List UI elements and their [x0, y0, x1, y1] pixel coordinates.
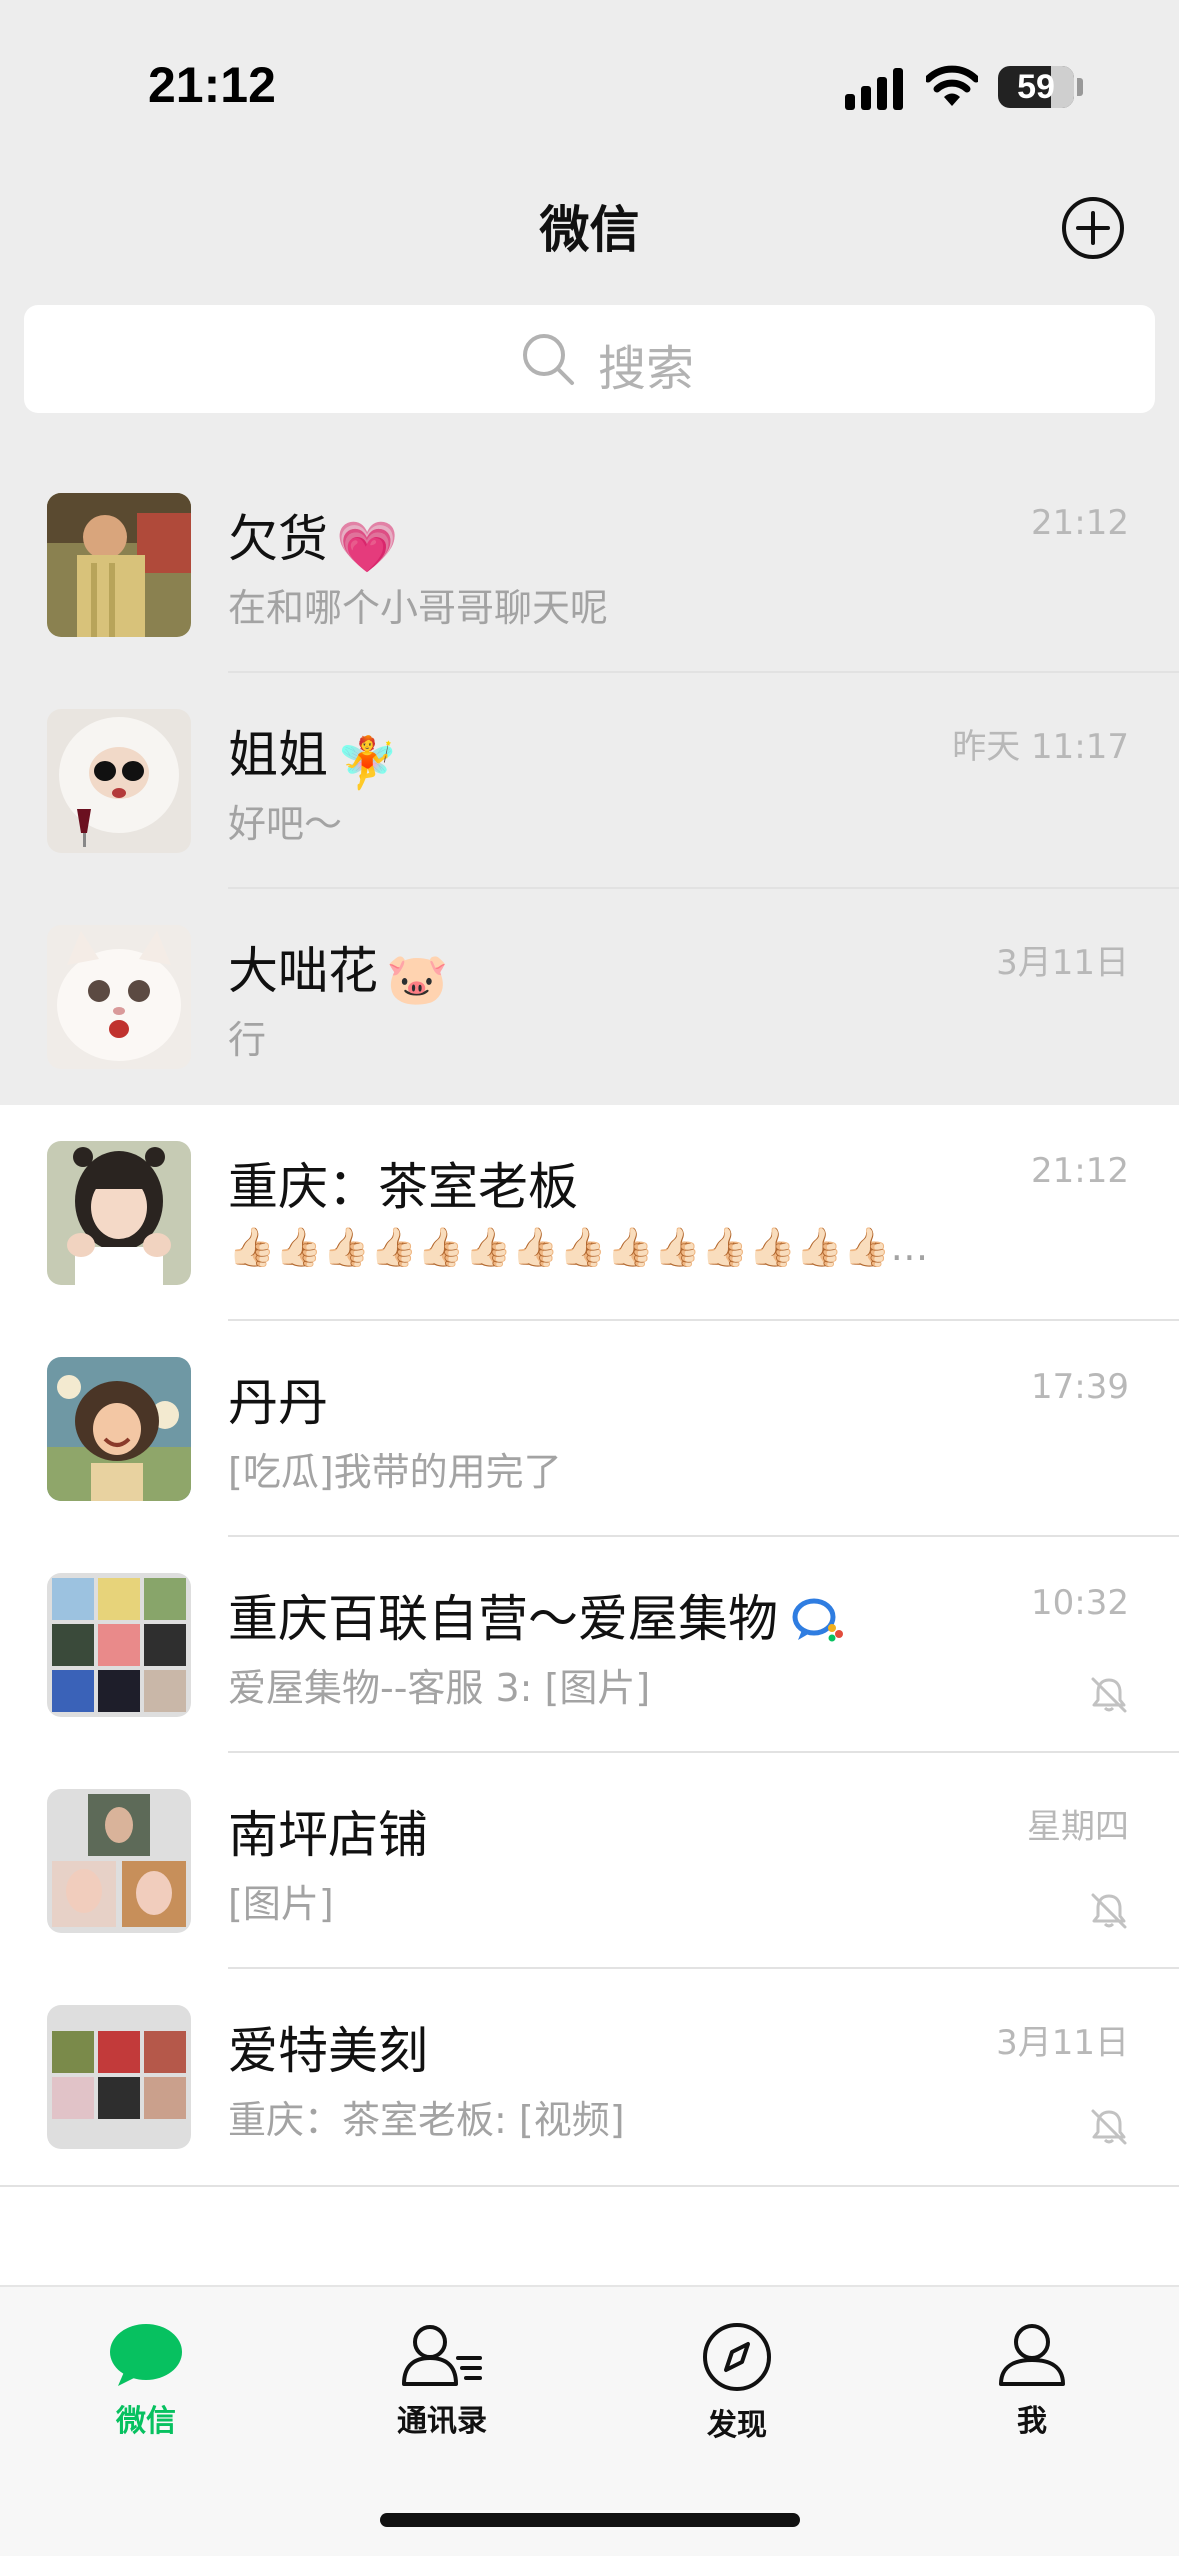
chat-row[interactable]: 南坪店铺 [图片] 星期四: [0, 1753, 1179, 1969]
avatar: [47, 925, 191, 1069]
chat-bubble-icon: [110, 2324, 182, 2386]
add-button[interactable]: [1060, 195, 1126, 261]
group-avatar: [47, 1573, 191, 1717]
home-indicator[interactable]: [380, 2513, 800, 2527]
list-end-divider: [0, 2185, 1179, 2187]
chat-name: 重庆：茶室老板: [228, 1158, 578, 1216]
chat-name: 南坪店铺: [228, 1806, 428, 1864]
chat-row[interactable]: 爱特美刻 重庆：茶室老板: [视频] 3月11日: [0, 1969, 1179, 2185]
chat-row[interactable]: 丹丹 [吃瓜]我带的用完了 17:39: [0, 1321, 1179, 1537]
chat-time: 3月11日: [996, 2023, 1129, 2063]
chat-time: 3月11日: [996, 943, 1129, 983]
avatar: [47, 709, 191, 853]
wecom-group-icon: [792, 1598, 843, 1642]
status-bar: 21:12 59: [0, 0, 1179, 150]
chat-preview: 在和哪个小哥哥聊天呢: [228, 586, 609, 630]
group-avatar: [47, 2005, 191, 2149]
chat-list: 欠货💗 在和哪个小哥哥聊天呢 21:12 姐姐🧚 好吧～ 昨天 11:17: [0, 457, 1179, 2185]
chat-preview: [吃瓜]我带的用完了: [228, 1450, 562, 1494]
avatar: [47, 1357, 191, 1501]
page-title: 微信: [539, 201, 640, 259]
tab-discover[interactable]: 发现: [647, 2322, 827, 2452]
chat-row[interactable]: 重庆：茶室老板 👍🏻👍🏻👍🏻👍🏻👍🏻👍🏻👍🏻👍🏻👍🏻👍🏻👍🏻👍🏻👍🏻👍🏻… 21…: [0, 1105, 1179, 1321]
mute-bell-icon: [1091, 2109, 1127, 2145]
avatar: [47, 1141, 191, 1285]
pig-emoji-icon: 🐷: [386, 950, 449, 1008]
mute-bell-icon: [1091, 1893, 1127, 1929]
battery-tip: [1077, 78, 1083, 96]
status-time: 21:12: [148, 57, 276, 113]
search-icon: [523, 334, 574, 385]
chat-preview: 行: [228, 1018, 267, 1062]
battery-level: 59: [1017, 68, 1055, 106]
chat-row[interactable]: 大咄花 🐷 行 3月11日: [0, 889, 1179, 1105]
heart-emoji-icon: 💗: [336, 518, 399, 576]
search-input[interactable]: 搜索: [24, 305, 1155, 413]
chat-preview: 重庆：茶室老板: [视频]: [228, 2098, 625, 2142]
cellular-signal-icon: [845, 68, 903, 110]
chat-preview: [图片]: [228, 1882, 334, 1926]
chat-row[interactable]: 欠货 💗 在和哪个小哥哥聊天呢 21:12: [0, 457, 1179, 673]
battery-icon: 59: [998, 66, 1074, 108]
tab-chats[interactable]: 微信: [56, 2322, 236, 2452]
chat-name: 欠货 💗: [228, 510, 399, 576]
chat-preview: 👍🏻👍🏻👍🏻👍🏻👍🏻👍🏻👍🏻👍🏻👍🏻👍🏻👍🏻👍🏻👍🏻👍🏻…: [228, 1225, 929, 1269]
wifi-icon: [926, 65, 978, 106]
fairy-emoji-icon: 🧚: [336, 734, 399, 792]
tab-me[interactable]: 我: [942, 2322, 1122, 2452]
tab-label: 发现: [707, 2408, 767, 2443]
chat-row[interactable]: 重庆百联自营～爱屋集物 爱屋集物--客服 3: [图片] 10:32: [0, 1537, 1179, 1753]
chat-name: 丹丹: [228, 1374, 328, 1432]
chat-time: 21:12: [1031, 503, 1129, 543]
mute-bell-icon: [1091, 1677, 1127, 1713]
search-placeholder: 搜索: [598, 341, 695, 397]
chat-name: 爱特美刻: [228, 2022, 428, 2080]
chat-name: 重庆百联自营～爱屋集物: [228, 1579, 844, 1651]
chat-time: 10:32: [1031, 1583, 1129, 1623]
tab-label: 微信: [116, 2404, 176, 2439]
chat-time: 昨天 11:17: [952, 727, 1129, 767]
chat-time: 17:39: [1031, 1367, 1129, 1407]
compass-icon: [703, 2323, 771, 2391]
chat-preview: 爱屋集物--客服 3: [图片]: [228, 1666, 651, 1710]
contacts-icon: [402, 2325, 482, 2386]
person-icon: [999, 2324, 1065, 2386]
chat-preview: 好吧～: [228, 802, 343, 846]
avatar: [47, 493, 191, 637]
tab-contacts[interactable]: 通讯录: [352, 2322, 532, 2452]
chat-time: 21:12: [1031, 1151, 1129, 1191]
chat-name: 姐姐 🧚: [228, 726, 399, 792]
chat-row[interactable]: 姐姐 🧚 好吧～ 昨天 11:17: [0, 673, 1179, 889]
group-avatar: [47, 1789, 191, 1933]
tab-label: 通讯录: [397, 2404, 487, 2439]
chat-name: 大咄花 🐷: [228, 942, 449, 1008]
tab-label: 我: [1017, 2404, 1047, 2439]
chat-time: 星期四: [1027, 1807, 1129, 1847]
